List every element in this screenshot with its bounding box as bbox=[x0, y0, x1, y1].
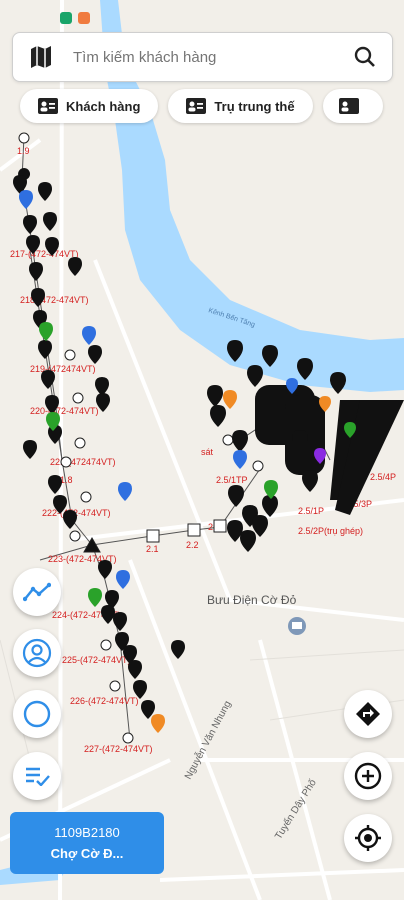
pole-label: sát bbox=[201, 447, 214, 457]
pole-label: 227-(472-474VT) bbox=[84, 744, 153, 754]
checklist-button[interactable] bbox=[13, 752, 61, 800]
my-location-button[interactable] bbox=[344, 814, 392, 862]
pole-label: 221-(472474VT) bbox=[50, 457, 116, 467]
pole-label: 2.5/4P bbox=[370, 472, 396, 482]
station-code: 1109B2180 bbox=[54, 825, 120, 840]
pole-label: 2.1 bbox=[146, 544, 159, 554]
search-input[interactable] bbox=[71, 47, 350, 67]
app-logo-icon bbox=[78, 12, 90, 24]
id-card-icon bbox=[186, 98, 207, 114]
pole-label: 225-(472-474VT) bbox=[62, 655, 131, 665]
pole-label: 220-(472-474VT) bbox=[30, 406, 99, 416]
pole-label: 2.5/1P bbox=[298, 506, 324, 516]
user-button[interactable] bbox=[13, 629, 61, 677]
analytics-button[interactable] bbox=[13, 568, 61, 616]
selected-station-card[interactable]: 1109B2180 Chợ Cờ Đ... bbox=[10, 812, 164, 874]
chip-label: Khách hàng bbox=[66, 98, 141, 114]
circle-icon bbox=[23, 700, 51, 728]
id-card-icon bbox=[38, 98, 58, 114]
plus-circle-icon bbox=[354, 762, 382, 790]
map-canvas[interactable]: Kênh Bến Tăng Bưu Điện Cờ Đỏ Nguyễn Văn … bbox=[0, 0, 404, 900]
pole-label: 219-(472474VT) bbox=[30, 364, 96, 374]
pole-label: 2.5/2P(trụ ghép) bbox=[298, 526, 363, 536]
search-bar[interactable] bbox=[12, 32, 393, 82]
pole-label: 226-(472-474VT) bbox=[70, 696, 139, 706]
pole-label: 2.2 bbox=[186, 540, 199, 550]
shield-logo-icon bbox=[60, 12, 72, 24]
chip-more[interactable] bbox=[322, 89, 383, 123]
zoom-in-button[interactable] bbox=[344, 752, 392, 800]
checklist-icon bbox=[26, 767, 50, 786]
pole-label: 217-(472-474VT) bbox=[10, 249, 79, 259]
filter-chips: Khách hàng Trụ trung thế bbox=[20, 89, 383, 123]
id-card-icon bbox=[338, 98, 359, 114]
status-icons bbox=[60, 12, 90, 24]
pole-label: 218-(472-474VT) bbox=[20, 295, 89, 305]
line-chart-icon bbox=[23, 582, 51, 602]
pole-label: 2.5/1TP bbox=[216, 475, 248, 485]
post-office-label: Bưu Điện Cờ Đỏ bbox=[207, 593, 297, 607]
pole-label: 1.9 bbox=[17, 146, 30, 156]
search-icon[interactable] bbox=[350, 42, 380, 72]
station-name: Chợ Cờ Đ... bbox=[50, 846, 124, 861]
chip-khach-hang[interactable]: Khách hàng bbox=[20, 89, 159, 123]
user-circle-icon bbox=[22, 638, 52, 668]
crosshair-icon bbox=[355, 825, 381, 851]
map-icon[interactable] bbox=[27, 43, 55, 71]
chip-tru-trung-the[interactable]: Trụ trung thế bbox=[168, 89, 313, 123]
directions-button[interactable] bbox=[344, 690, 392, 738]
pole-label: 1.8 bbox=[60, 475, 73, 485]
circle-tool-button[interactable] bbox=[13, 690, 61, 738]
chip-label: Trụ trung thế bbox=[214, 98, 295, 114]
post-office-icon bbox=[288, 617, 306, 635]
directions-icon bbox=[356, 702, 380, 726]
